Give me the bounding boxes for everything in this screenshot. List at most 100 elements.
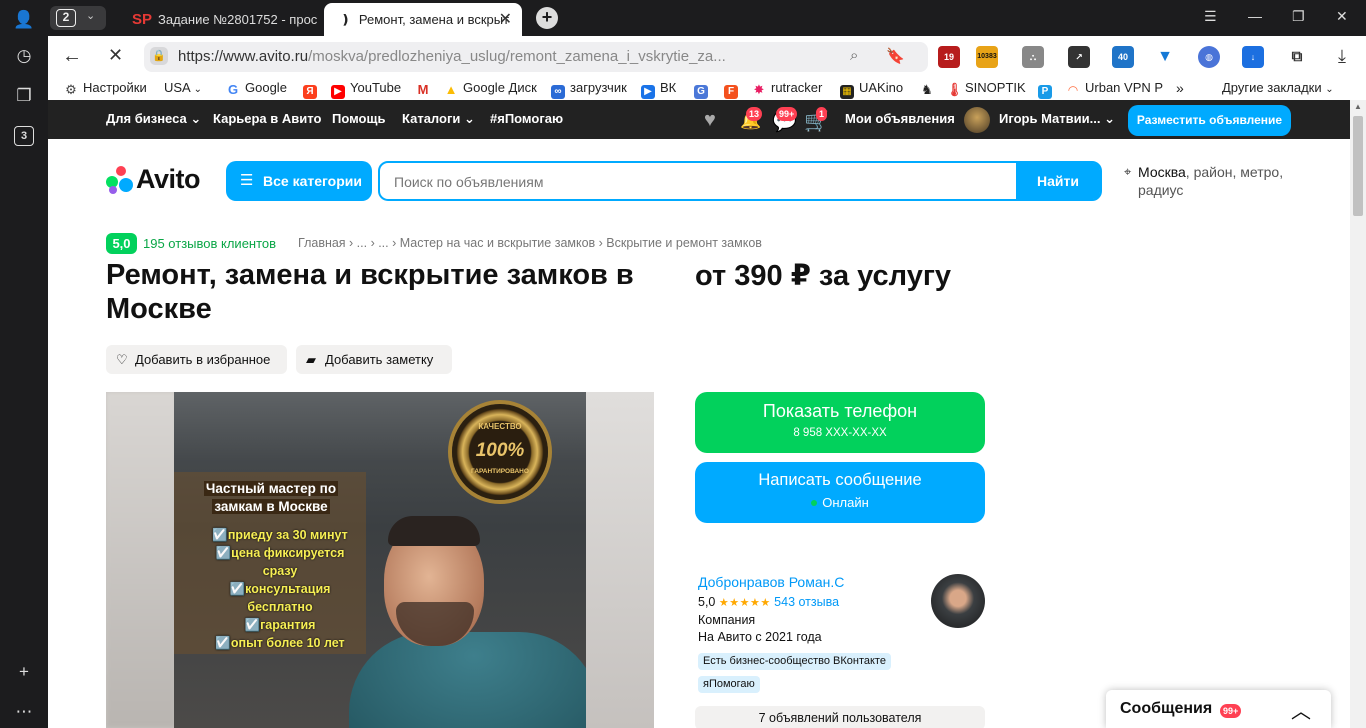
price: от 390 ₽ за услугу [695,260,952,292]
chevron-down-icon: ⌄ [86,10,96,22]
logo-dot [116,166,126,176]
write-message-button[interactable]: Написать сообщение Онлайн [695,462,985,523]
extension-icon[interactable]: ↗ [1068,46,1090,68]
avatar[interactable] [964,107,990,133]
minimize-icon[interactable]: — [1248,8,1262,24]
restore-icon[interactable]: ❐ [1292,8,1305,25]
write-message-label: Написать сообщение [758,471,922,489]
extensions-puzzle-icon[interactable]: ⧉ [1286,46,1308,68]
nav-ihelp[interactable]: #яПомогаю [490,111,563,126]
tabs-count-icon[interactable]: 3 [14,126,34,146]
bookmark-youtube[interactable]: ▶ YouTube [331,80,401,99]
add-panel-icon[interactable]: + [12,660,36,684]
bookmark-f[interactable]: F [724,80,743,99]
add-favorite-button[interactable]: ♡ Добавить в избранное [106,345,287,374]
extension-icon[interactable]: ⛬ [1022,46,1044,68]
other-bookmarks[interactable]: Другие закладки ⌄ [1222,80,1334,95]
tab-group-counter[interactable]: 2 ⌄ [50,6,106,30]
chevron-up-icon[interactable]: ︿ [1291,695,1311,724]
stars-icon: ★★★★★ [718,597,771,609]
back-icon[interactable]: ← [62,45,82,68]
profile-icon[interactable]: 👤 [12,8,36,32]
bookmark-translate[interactable]: G [694,80,713,99]
seal-percent: 100% [475,440,525,461]
seller-reviews-link[interactable]: 543 отзыва [774,595,839,609]
search-icon[interactable]: ⌕ [850,47,858,64]
more-bookmarks-button[interactable]: » [1176,80,1184,96]
bookmark-usa[interactable]: USA ⌄ [164,80,202,95]
tab-task[interactable]: SP Задание №2801752 - прос [118,3,318,36]
extension-icon[interactable]: 40 [1112,46,1134,68]
tab-favicon: ❫ [340,12,351,27]
seller-tag[interactable]: Есть бизнес-сообщество ВКонтакте [698,653,891,670]
extension-icon[interactable]: ◍ [1198,46,1220,68]
bookmark-uakino[interactable]: ▦ UAKino [840,80,903,99]
my-ads-link[interactable]: Мои объявления [845,111,955,126]
download-icon[interactable]: ↓ [1242,46,1264,68]
browser-toolbar: ← ✕ 🔒 https://www.avito.ru/moskva/predlo… [48,36,1366,78]
bookmark-rutracker[interactable]: ✸ rutracker [752,80,822,97]
logo-text: Avito [136,164,201,194]
lock-icon[interactable]: 🔒 [150,47,168,65]
tab-avito[interactable]: ❫ Ремонт, замена и вскрыт ✕ [324,3,522,36]
download-arrow-icon[interactable]: ⤓ [1338,46,1346,67]
phone-masked: 8 958 XXX-XX-XX [793,427,887,439]
feature-line: ☑️цена фиксируется [215,546,345,560]
breadcrumb[interactable]: Главная › ... › ... › Мастер на час и вс… [298,236,762,250]
nav-career[interactable]: Карьера в Авито [213,111,321,126]
scroll-up-icon[interactable]: ▲ [1354,102,1362,111]
collections-icon[interactable]: ❐ [12,84,36,108]
bookmark-yandex[interactable]: Я [303,80,322,99]
bookmark-sinoptik[interactable]: 🌡 SINOPTIK [946,80,1026,97]
menu-icon[interactable]: ☰ [1204,8,1217,25]
avito-page: Для бизнеса ⌄ Карьера в Авито Помощь Кат… [48,100,1350,728]
bookmark-loader[interactable]: ∞ загрузчик [551,80,627,99]
chevron-down-icon: ⌄ [463,111,475,126]
heart-icon[interactable]: ♥ [704,109,716,132]
extension-icon[interactable]: 19 [938,46,960,68]
bookmark-google[interactable]: G Google [226,80,287,97]
extension-icon[interactable]: 10383 [976,46,998,68]
history-icon[interactable]: ◷ [12,44,36,68]
search-input[interactable]: Поиск по объявлениям Найти [378,161,1102,201]
messages-badge: 99+ [776,107,798,121]
new-tab-button[interactable]: + [536,7,558,29]
seller-ads-button[interactable]: 7 объявлений пользователя [695,706,985,728]
seller-name[interactable]: Добронравов Роман.С [698,574,844,590]
address-bar[interactable]: 🔒 https://www.avito.ru/moskva/predlozhen… [144,42,928,72]
vpn-icon[interactable]: ▼ [1154,46,1176,68]
bookmark-chess[interactable]: ♞ [920,80,939,97]
bookmark-urban-vpn[interactable]: ◠ Urban VPN P [1066,80,1163,97]
feature-line: ☑️гарантия [244,618,316,632]
more-icon[interactable]: ⋯ [12,700,36,724]
page-scrollbar[interactable]: ▲ [1350,100,1366,728]
avatar[interactable] [931,574,985,628]
bookmark-p[interactable]: P [1038,80,1057,99]
listing-photo[interactable]: КАЧЕСТВО 100% ГАРАНТИРОВАНО Частный маст… [106,392,654,728]
user-menu[interactable]: Игорь Матвии... ⌄ [999,111,1115,127]
show-phone-button[interactable]: Показать телефон 8 958 XXX-XX-XX [695,392,985,453]
messages-widget[interactable]: Сообщения 99+ ︿ [1106,690,1331,728]
nav-business[interactable]: Для бизнеса ⌄ [106,111,201,127]
all-categories-button[interactable]: ☰ Все категории [226,161,372,201]
seal-bottom-text: ГАРАНТИРОВАНО [471,468,529,475]
scrollbar-thumb[interactable] [1353,116,1363,216]
stop-icon[interactable]: ✕ [108,45,123,66]
post-ad-button[interactable]: Разместить объявление [1128,105,1291,136]
nav-help[interactable]: Помощь [332,111,385,126]
nav-catalogs[interactable]: Каталоги ⌄ [402,111,475,127]
photo-blur-right [584,392,654,728]
notifications-badge: 13 [746,107,763,121]
bookmark-icon[interactable]: 🔖 [886,47,905,65]
search-button[interactable]: Найти [1016,163,1100,199]
bookmark-google-drive[interactable]: ▲ Google Диск [444,80,537,97]
seller-tag[interactable]: яПомогаю [698,676,760,693]
bookmark-settings[interactable]: ⚙ Настройки [64,80,147,97]
add-note-button[interactable]: ▰ Добавить заметку [296,345,452,374]
note-icon: ▰ [306,352,316,367]
window-close-icon[interactable]: ✕ [1336,8,1348,25]
close-icon[interactable]: ✕ [499,3,512,36]
reviews-link[interactable]: 195 отзывов клиентов [143,236,276,251]
bookmark-vk[interactable]: ▶ ВК [641,80,676,99]
bookmark-gmail[interactable]: M [416,80,435,97]
